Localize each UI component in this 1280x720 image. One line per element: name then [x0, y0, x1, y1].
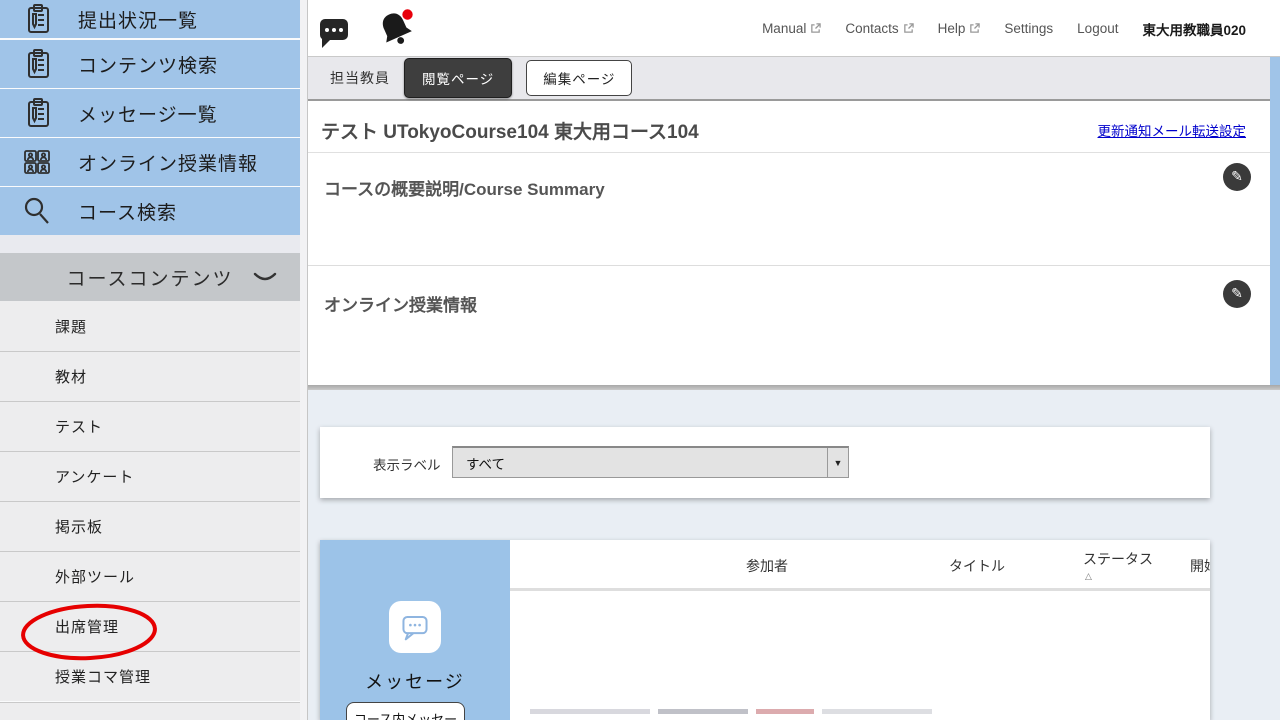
sidebar-content-list: 課題 教材 テスト アンケート 掲示板 外部ツール 出席管理 授業コマ管理 — [0, 301, 300, 701]
notification-dot — [402, 9, 412, 19]
contacts-link[interactable]: Contacts — [845, 21, 913, 36]
tab-edit-page[interactable]: 編集ページ — [526, 60, 632, 96]
sidebar-item-online-class-info[interactable]: オンライン授業情報 — [0, 138, 300, 186]
sidebar-item-content-search[interactable]: コンテンツ検索 — [0, 40, 300, 88]
display-label-select[interactable]: すべて ▼ — [452, 446, 849, 478]
filter-panel: 表示ラベル すべて ▼ — [320, 427, 1210, 498]
clipboard-list-icon — [20, 47, 54, 81]
top-bar: Manual Contacts Help — [308, 0, 1280, 57]
bell-icon[interactable] — [374, 6, 420, 52]
message-bubble-icon — [389, 601, 441, 653]
select-value: すべて — [466, 453, 505, 473]
sidebar-item-label: コース検索 — [78, 198, 177, 225]
external-link-icon — [810, 23, 821, 34]
course-sections: コースの概要説明/Course Summary ✎ オンライン授業情報 ✎ — [308, 153, 1270, 385]
search-icon — [20, 194, 54, 228]
col-header-start-date[interactable]: 開始日▽ — [1190, 556, 1210, 576]
sidebar-item-submission-status[interactable]: 提出状況一覧 — [0, 0, 300, 38]
section-title-online-class-info: オンライン授業情報 — [324, 291, 477, 316]
link-label: Help — [938, 21, 966, 36]
username: 東大用教職員020 — [1142, 19, 1246, 39]
col-header-status[interactable]: ステータス △ — [1083, 549, 1153, 582]
table-header-row: 参加者 タイトル ステータス △ 開始日▽ 最終更新日▽ — [510, 540, 1210, 588]
edit-online-class-info-button[interactable]: ✎ — [1223, 280, 1251, 308]
sidebar-item-label: 課題 — [55, 316, 87, 337]
tab-strip: 担当教員 閲覧ページ 編集ページ — [308, 57, 1270, 101]
link-label: Contacts — [845, 21, 898, 36]
sidebar-item-attendance[interactable]: 出席管理 — [0, 601, 300, 651]
message-panel-title: メッセージ — [320, 668, 510, 694]
col-header-participants: 参加者 — [746, 556, 788, 576]
course-title: テスト UTokyoCourse104 東大用コース104 — [321, 117, 699, 144]
clipped-table-row — [530, 707, 1010, 720]
clipboard-list-icon — [20, 2, 54, 36]
sidebar-item-forum[interactable]: 掲示板 — [0, 501, 300, 551]
sidebar-item-class-slot-management[interactable]: 授業コマ管理 — [0, 651, 300, 701]
sidebar-item-label: アンケート — [55, 466, 134, 487]
sidebar-item-label: 出席管理 — [55, 616, 119, 637]
upper-content: 担当教員 閲覧ページ 編集ページ テスト UTokyoCourse104 東大用… — [308, 57, 1270, 385]
display-label: 表示ラベル — [373, 454, 441, 474]
sidebar-item-assignments[interactable]: 課題 — [0, 301, 300, 351]
main-area: Manual Contacts Help — [308, 0, 1280, 720]
sidebar-item-label: 教材 — [55, 366, 87, 387]
sidebar-item-materials[interactable]: 教材 — [0, 351, 300, 401]
dropdown-arrow-icon: ▼ — [827, 448, 848, 477]
sidebar-item-label: 掲示板 — [55, 516, 103, 537]
sidebar-spacer — [0, 235, 300, 253]
sidebar-item-surveys[interactable]: アンケート — [0, 451, 300, 501]
sidebar-clipped-item — [0, 702, 300, 720]
sidebar-item-course-search[interactable]: コース検索 — [0, 187, 300, 235]
message-category-cell: メッセージ コース内メッセー — [320, 540, 510, 720]
layout-divider — [300, 0, 308, 720]
help-link[interactable]: Help — [938, 21, 981, 36]
sidebar-section-label: コースコンテンツ — [66, 264, 233, 291]
top-nav: Manual Contacts Help — [762, 0, 1246, 57]
pencil-icon: ✎ — [1231, 169, 1243, 183]
settings-link[interactable]: Settings — [1004, 21, 1053, 36]
upper-content-backdrop: 担当教員 閲覧ページ 編集ページ テスト UTokyoCourse104 東大用… — [308, 57, 1280, 390]
external-link-icon — [969, 23, 980, 34]
pencil-icon: ✎ — [1231, 286, 1243, 300]
sidebar-item-external-tools[interactable]: 外部ツール — [0, 551, 300, 601]
page: 提出状況一覧 コンテンツ検索 メッセージ一覧 — [0, 0, 1280, 720]
link-label: Settings — [1004, 21, 1053, 36]
section-title-course-summary: コースの概要説明/Course Summary — [324, 175, 605, 200]
sidebar-item-label: コンテンツ検索 — [78, 51, 218, 78]
sidebar-item-label: 授業コマ管理 — [55, 666, 151, 687]
sidebar-item-message-list[interactable]: メッセージ一覧 — [0, 89, 300, 137]
update-mail-settings-link[interactable]: 更新通知メール転送設定 — [1098, 120, 1247, 140]
sidebar-item-tests[interactable]: テスト — [0, 401, 300, 451]
sidebar-section-course-contents[interactable]: コースコンテンツ — [0, 253, 300, 301]
message-table-panel: メッセージ コース内メッセー 参加者 タイトル ステータス △ 開始日▽ 最終更… — [320, 540, 1210, 720]
table-header-divider — [510, 588, 1210, 591]
sidebar-item-label: メッセージ一覧 — [78, 100, 218, 127]
manual-link[interactable]: Manual — [762, 21, 821, 36]
external-link-icon — [903, 23, 914, 34]
lower-area: 表示ラベル すべて ▼ — [308, 390, 1280, 720]
chat-bubble-icon[interactable] — [320, 19, 348, 40]
sort-asc-icon: △ — [1083, 571, 1153, 582]
sidebar-item-label: 提出状況一覧 — [78, 6, 198, 33]
logout-link[interactable]: Logout — [1077, 21, 1118, 36]
sidebar: 提出状況一覧 コンテンツ検索 メッセージ一覧 — [0, 0, 300, 720]
col-header-label: 開始日 — [1190, 558, 1210, 574]
col-header-label: ステータス — [1083, 551, 1153, 567]
section-divider — [308, 265, 1270, 266]
tab-view-page[interactable]: 閲覧ページ — [404, 58, 512, 98]
course-message-button[interactable]: コース内メッセー — [346, 702, 465, 720]
clipboard-list-icon — [20, 96, 54, 130]
link-label: Manual — [762, 21, 806, 36]
course-title-row: テスト UTokyoCourse104 東大用コース104 更新通知メール転送設… — [308, 103, 1270, 153]
link-label: Logout — [1077, 21, 1118, 36]
chevron-down-icon — [252, 271, 278, 289]
edit-course-summary-button[interactable]: ✎ — [1223, 163, 1251, 191]
sidebar-item-label: 外部ツール — [55, 566, 135, 587]
video-grid-icon — [20, 145, 54, 179]
sidebar-item-label: オンライン授業情報 — [78, 149, 258, 176]
sidebar-item-label: テスト — [55, 416, 103, 437]
col-header-title: タイトル — [949, 556, 1005, 576]
role-label: 担当教員 — [330, 68, 390, 88]
